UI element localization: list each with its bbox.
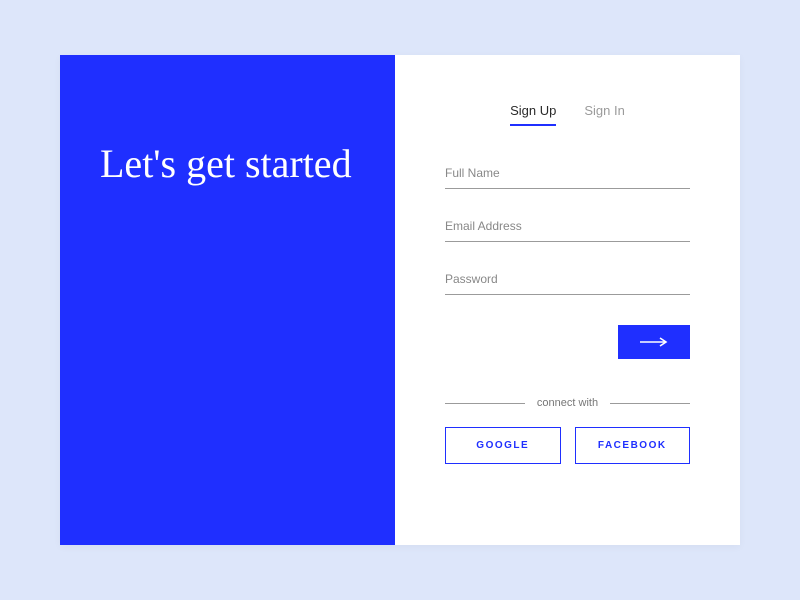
facebook-button[interactable]: FACEBOOK xyxy=(575,427,691,464)
form-panel: Sign Up Sign In connect with xyxy=(395,55,740,545)
email-input[interactable] xyxy=(445,211,690,242)
password-input[interactable] xyxy=(445,264,690,295)
password-field-wrapper xyxy=(445,264,690,295)
connect-separator: connect with xyxy=(445,397,690,409)
google-button[interactable]: GOOGLE xyxy=(445,427,561,464)
hero-panel: Let's get started xyxy=(60,55,395,545)
tab-signup[interactable]: Sign Up xyxy=(510,103,556,126)
social-buttons: GOOGLE FACEBOOK xyxy=(445,427,690,464)
hero-heading: Let's get started xyxy=(100,139,355,189)
submit-row xyxy=(445,325,690,359)
signup-card: Let's get started Sign Up Sign In co xyxy=(60,55,740,545)
submit-button[interactable] xyxy=(618,325,690,359)
email-field-wrapper xyxy=(445,211,690,242)
separator-line-left xyxy=(445,403,525,404)
auth-tabs: Sign Up Sign In xyxy=(445,103,690,126)
arrow-right-icon xyxy=(639,337,669,347)
separator-line-right xyxy=(610,403,690,404)
fullname-field-wrapper xyxy=(445,158,690,189)
connect-label: connect with xyxy=(537,397,598,409)
tab-signin[interactable]: Sign In xyxy=(584,103,624,126)
fullname-input[interactable] xyxy=(445,158,690,189)
